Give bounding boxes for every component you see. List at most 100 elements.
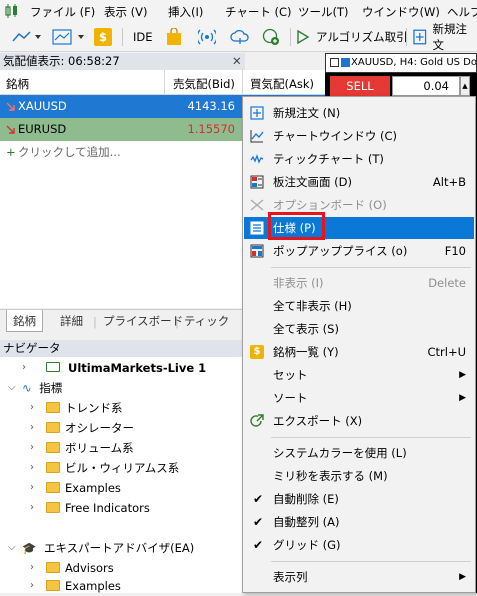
menu-item-label: 全て非表示 (H) — [273, 299, 352, 313]
tree-folder[interactable]: ボリューム系 — [46, 438, 134, 458]
folder-label: Examples — [65, 481, 121, 495]
experts-label: エキスパートアドバイザ(EA) — [43, 541, 195, 555]
tab-symbols[interactable]: 銘柄 — [6, 310, 43, 332]
monitor-icon — [46, 362, 60, 372]
menu-item-shortcut: Alt+B — [432, 175, 466, 189]
menu-item-symbols[interactable]: $ 銘柄一覧 (Y) Ctrl+U — [244, 341, 474, 363]
menu-item-label: ティックチャート (T) — [273, 152, 384, 166]
checkmark-icon: ✔ — [253, 538, 264, 552]
folder-label: Free Indicators — [65, 501, 150, 515]
chart-title-text: XAUUSD, H4: Gold US Dollar — [351, 57, 477, 68]
graduation-cap-icon: 🎓 — [22, 541, 37, 555]
indicators-label: 指標 — [39, 381, 63, 395]
menu-bar: ファイル (F) 表示 (V) 挿入(I) チャート (C) ツール(T) ウイ… — [0, 0, 477, 22]
new-order-icon — [413, 29, 427, 45]
menu-item-label: エクスポート (X) — [273, 414, 363, 428]
line-chart-button[interactable] — [12, 26, 42, 48]
menu-item-label: 板注文画面 (D) — [273, 175, 352, 189]
col-ask[interactable]: 買気配(Ask) — [250, 76, 314, 92]
menu-item-columns[interactable]: 表示列 ▶ — [244, 566, 474, 588]
menu-separator — [271, 437, 471, 438]
menu-item-label: 自動整列 (A) — [273, 515, 340, 529]
menu-item-show-all[interactable]: 全て表示 (S) — [244, 318, 474, 340]
tree-folder[interactable]: オシレーター — [46, 418, 134, 438]
community-button[interactable] — [262, 26, 280, 48]
menu-item-sort[interactable]: ソート ▶ — [244, 387, 474, 409]
tab-price-board[interactable]: プライスボード — [103, 310, 183, 332]
export-icon — [250, 414, 264, 427]
menu-item-label: ミリ秒を表示する (M) — [273, 469, 388, 483]
menu-file[interactable]: ファイル (F) — [30, 4, 95, 20]
menu-item-label: ソート — [273, 391, 308, 405]
vps-button[interactable] — [230, 26, 250, 48]
chart-window-icon — [330, 58, 339, 67]
menu-item-label: 非表示 (I) — [273, 276, 324, 290]
menu-item-export[interactable]: エクスポート (X) — [244, 410, 474, 432]
menu-item-shortcut: Ctrl+U — [427, 345, 466, 359]
menu-chart[interactable]: チャート (C) — [225, 4, 292, 20]
menu-item-hide[interactable]: 非表示 (I) Delete — [244, 272, 474, 294]
menu-item-milliseconds[interactable]: ミリ秒を表示する (M) — [244, 465, 474, 487]
tree-experts[interactable]: 🎓 エキスパートアドバイザ(EA) — [22, 538, 194, 558]
add-symbol-row[interactable]: + クリックして追加... — [0, 141, 245, 164]
tree-folder[interactable]: Examples — [46, 576, 121, 596]
tree-folder[interactable]: Advisors — [46, 558, 114, 578]
menu-view[interactable]: 表示 (V) — [104, 4, 148, 20]
menu-item-tick-chart[interactable]: ティックチャート (T) — [244, 148, 474, 170]
algo-trading-button[interactable]: アルゴリズム取引 — [296, 26, 408, 48]
tree-folder[interactable]: Examples — [46, 478, 121, 498]
tree-folder[interactable]: Free Indicators — [46, 498, 150, 518]
menu-item-hide-all[interactable]: 全て非表示 (H) — [244, 295, 474, 317]
tree-account[interactable]: UltimaMarkets-Live 1 — [46, 358, 206, 378]
popup-prices-icon — [250, 244, 264, 258]
signal-icon — [198, 29, 216, 45]
menu-item-popup-prices[interactable]: ポップアッププライス (o) F10 — [244, 240, 474, 262]
menu-item-auto-arrange[interactable]: ✔ 自動整列 (A) — [244, 511, 474, 533]
menu-insert[interactable]: 挿入(I) — [168, 4, 203, 20]
tab-details[interactable]: 詳細 — [60, 310, 83, 332]
market-watch-header: 銘柄 売気配(Bid) 買気配(Ask) — [0, 70, 325, 95]
ide-button[interactable]: IDE — [133, 26, 153, 48]
menu-item-sets[interactable]: セット ▶ — [244, 364, 474, 386]
menu-item-label: 新規注文 (N) — [273, 106, 341, 120]
checkmark-icon: ✔ — [253, 492, 264, 506]
menu-item-depth-of-market[interactable]: 板注文画面 (D) Alt+B — [244, 171, 474, 193]
new-order-button[interactable]: 新規注文 — [413, 22, 477, 52]
menu-help[interactable]: ヘルプ — [447, 4, 477, 20]
sell-button[interactable]: SELL — [330, 76, 390, 96]
submenu-arrow-icon: ▶ — [459, 393, 466, 403]
submenu-arrow-icon: ▶ — [459, 370, 466, 380]
market-button[interactable] — [166, 26, 182, 48]
menu-item-new-order[interactable]: 新規注文 (N) — [244, 102, 474, 124]
signals-button[interactable] — [198, 26, 216, 48]
folder-icon — [46, 402, 60, 413]
indicators-icon — [52, 29, 84, 45]
tree-folder[interactable]: トレンド系 — [46, 398, 123, 418]
toolbar: $ IDE アルゴリズム取引 新規注文 — [0, 22, 477, 52]
dollar-button[interactable]: $ — [94, 26, 112, 48]
menu-item-system-colors[interactable]: システムカラーを使用 (L) — [244, 442, 474, 464]
lot-size-input[interactable]: 0.04 — [392, 76, 460, 96]
menu-item-auto-remove[interactable]: ✔ 自動削除 (E) — [244, 488, 474, 510]
folder-label: ボリューム系 — [65, 441, 134, 455]
col-symbol[interactable]: 銘柄 — [6, 76, 29, 92]
arrow-down-icon — [6, 125, 15, 134]
menu-item-chart-window[interactable]: チャートウインドウ (C) — [244, 125, 474, 147]
tick-chart-icon — [250, 154, 264, 164]
up-arrow-icon[interactable]: ▲ — [460, 76, 470, 96]
folder-icon — [46, 482, 60, 493]
navigator-title: ナビゲータ — [0, 340, 245, 357]
menu-tools[interactable]: ツール(T) — [298, 4, 349, 20]
tab-ticks[interactable]: ティック — [184, 310, 229, 332]
cloud-icon — [230, 29, 249, 44]
close-icon[interactable]: ✕ — [232, 53, 242, 70]
algo-trading-label: アルゴリズム取引 — [316, 30, 408, 44]
tree-folder[interactable]: ビル・ウィリアムス系 — [46, 458, 179, 478]
menu-item-grid[interactable]: ✔ グリッド (G) — [244, 534, 474, 556]
col-bid[interactable]: 売気配(Bid) — [173, 76, 235, 92]
tree-indicators[interactable]: ∿ 指標 — [22, 378, 62, 398]
indicators-button[interactable] — [52, 26, 86, 48]
menu-window[interactable]: ウインドウ(W) — [362, 4, 440, 20]
globe-plus-icon — [262, 28, 279, 45]
folder-icon — [46, 562, 60, 573]
